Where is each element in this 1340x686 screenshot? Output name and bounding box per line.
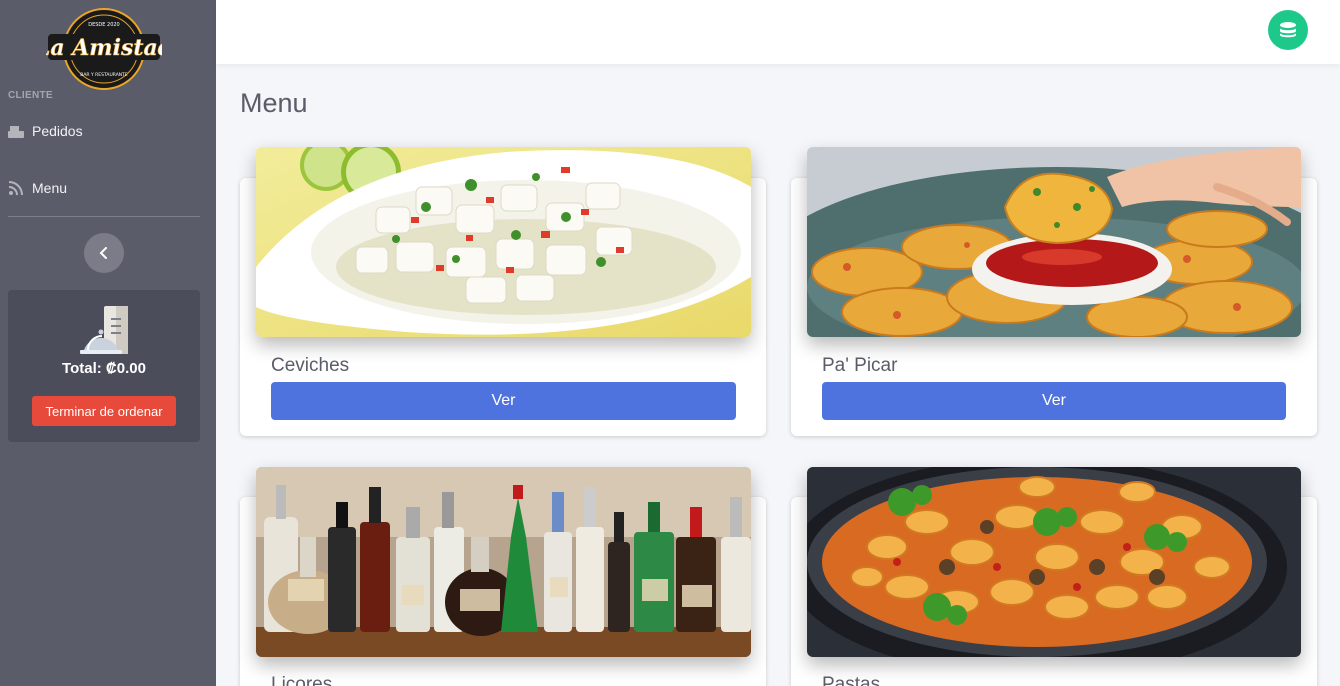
sidebar-item-menu[interactable]: Menu	[8, 180, 67, 196]
patacones-image	[807, 147, 1301, 337]
sidebar-item-label: Menu	[32, 180, 68, 196]
sidebar-item-label: Pedidos	[32, 123, 83, 139]
svg-text:BAR Y RESTAURANTE: BAR Y RESTAURANTE	[80, 72, 128, 78]
user-menu-button[interactable]	[1268, 10, 1308, 50]
pasta-image	[807, 467, 1301, 657]
register-icon	[8, 124, 24, 138]
cart-summary-card: Total: ₡0.00 Terminar de ordenar	[8, 290, 200, 442]
feed-icon	[8, 181, 24, 195]
category-title: Licores	[271, 674, 333, 686]
sidebar-section-label: CLIENTE	[8, 90, 53, 101]
page-title: Menu	[240, 88, 308, 118]
chevron-left-icon	[99, 247, 107, 259]
ceviche-image	[256, 147, 751, 337]
sidebar-toggle-button[interactable]	[84, 233, 124, 273]
topbar	[216, 0, 1340, 64]
liquor-bottles-image	[256, 467, 751, 657]
database-icon	[1280, 22, 1296, 38]
finish-order-button[interactable]: Terminar de ordenar	[32, 396, 176, 426]
view-pa-picar-button[interactable]: Ver	[822, 382, 1286, 420]
sidebar-item-pedidos[interactable]: Pedidos	[8, 123, 83, 139]
view-ceviches-button[interactable]: Ver	[271, 382, 736, 420]
category-title: Ceviches	[271, 355, 350, 376]
logo-wordmark: La Amistad	[46, 35, 162, 61]
category-title: Pa' Picar	[822, 355, 898, 376]
sidebar: La Amistad DESDE 2020 BAR Y RESTAURANTE …	[0, 0, 216, 686]
sidebar-divider	[8, 216, 200, 217]
brand-logo[interactable]: La Amistad DESDE 2020 BAR Y RESTAURANTE	[34, 8, 173, 90]
svg-text:DESDE 2020: DESDE 2020	[88, 22, 120, 28]
cart-total: Total: ₡0.00	[62, 360, 146, 377]
category-title: Pastas	[822, 674, 881, 686]
room-service-icon	[80, 304, 136, 356]
